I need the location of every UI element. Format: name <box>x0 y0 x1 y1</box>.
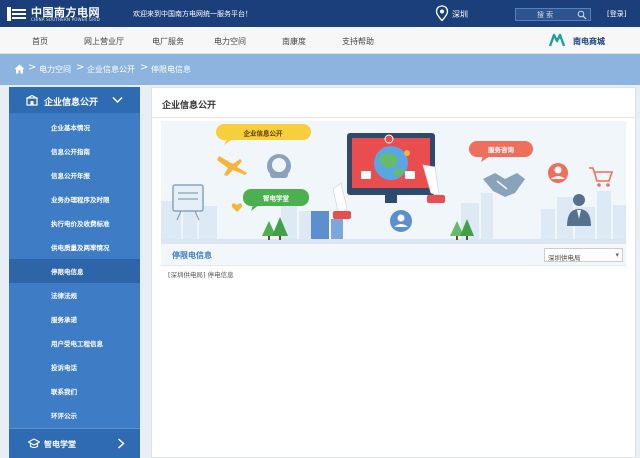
sidebar-section-smart-school[interactable]: 智电学堂 <box>9 428 140 458</box>
search-input[interactable] <box>516 9 574 20</box>
sidebar-item-business-procedures[interactable]: 业务办理程序及时限 <box>9 187 140 211</box>
divider <box>152 117 635 118</box>
logo-english-text: CHINA SOUTHERN POWER GRID <box>31 17 100 22</box>
nav-item-home[interactable]: 首页 <box>32 36 48 47</box>
sidebar-item-contact-us[interactable]: 联系我们 <box>9 379 140 403</box>
welcome-text: 欢迎来到中国南方电网统一服务平台！ <box>133 10 252 18</box>
logo[interactable]: 中国南方电网 CHINA SOUTHERN POWER GRID <box>6 4 126 24</box>
outage-list-header: 停限电信息 深圳供电局 ▾ <box>161 244 626 266</box>
banner-bubble-info: 企业信息公开 <box>243 129 284 138</box>
sidebar-item-complaint-phone[interactable]: 投诉电话 <box>9 355 140 379</box>
location-pin-icon[interactable] <box>435 5 449 22</box>
sidebar-item-basic-info[interactable]: 企业基本情况 <box>9 115 140 139</box>
mall-logo-icon[interactable] <box>548 33 566 48</box>
outage-list-title: 停限电信息 <box>172 251 212 260</box>
sidebar-item-label: 投诉电话 <box>51 364 77 372</box>
nav-item-nankangdu[interactable]: 南康度 <box>282 36 306 47</box>
sidebar-item-label: 供电质量及两率情况 <box>51 244 110 252</box>
banner-bubble-consult: 服务咨询 <box>488 145 515 154</box>
list-item[interactable]: [深圳供电局] 停电信息 <box>168 269 234 279</box>
breadcrumb-separator: > <box>76 62 85 73</box>
sidebar-item-label: 信息公开指南 <box>51 148 90 156</box>
home-icon[interactable] <box>14 64 25 74</box>
sidebar-item-user-projects[interactable]: 用户受电工程信息 <box>9 331 140 355</box>
breadcrumb-item[interactable]: 企业信息公开 <box>87 64 135 75</box>
sidebar-item-label: 环评公示 <box>51 412 77 420</box>
chevron-right-icon[interactable] <box>117 438 125 449</box>
breadcrumb-separator: > <box>28 62 37 73</box>
sidebar-item-disclosure-guide[interactable]: 信息公开指南 <box>9 139 140 163</box>
banner-illustration: 企业信息公开 智电学堂 服务咨询 <box>161 121 626 244</box>
login-link[interactable]: [登录] <box>607 9 626 19</box>
sidebar-item-laws[interactable]: 法律法规 <box>9 283 140 307</box>
sidebar-item-eia-notice[interactable]: 环评公示 <box>9 403 140 427</box>
bureau-select-value: 深圳供电局 <box>548 254 581 262</box>
sidebar-item-label: 业务办理程序及时限 <box>51 196 110 204</box>
sidebar-item-label: 服务承诺 <box>51 316 77 324</box>
sidebar-item-label: 停限电信息 <box>51 268 84 276</box>
sidebar-item-tariffs[interactable]: 执行电价及收费标准 <box>9 211 140 235</box>
search-box <box>515 8 591 21</box>
sidebar-item-label: 执行电价及收费标准 <box>51 220 110 228</box>
sidebar-item-service-commitment[interactable]: 服务承诺 <box>9 307 140 331</box>
sidebar-item-label: 用户受电工程信息 <box>51 340 103 348</box>
breadcrumb-separator: > <box>140 62 149 73</box>
sidebar-item-annual-report[interactable]: 信息公开年报 <box>9 163 140 187</box>
page-title: 企业信息公开 <box>162 101 217 111</box>
sidebar-item-supply-quality[interactable]: 供电质量及两率情况 <box>9 235 140 259</box>
sidebar-item-outage-info[interactable]: 停限电信息 <box>9 259 140 283</box>
graduation-cap-icon <box>28 438 40 449</box>
sidebar-section-title: 智电学堂 <box>44 440 76 449</box>
main-content: 企业信息公开 企业信息公开 智电学堂 服务咨询 停限电信息 深圳供电局 ▾ [深… <box>151 87 636 458</box>
main-nav: 首页 网上营业厅 电厂服务 电力空间 南康度 支持帮助 南电商城 <box>0 27 640 54</box>
sidebar-item-label: 信息公开年报 <box>51 172 90 180</box>
breadcrumb: > 电力空间 > 企业信息公开 > 停限电信息 <box>0 54 640 88</box>
chevron-down-icon[interactable] <box>112 96 123 104</box>
sidebar-item-label: 法律法规 <box>51 292 77 300</box>
nav-item-support[interactable]: 支持帮助 <box>342 36 374 47</box>
search-icon[interactable] <box>577 10 587 20</box>
breadcrumb-current: 停限电信息 <box>151 65 191 74</box>
nav-item-power-space[interactable]: 电力空间 <box>214 36 246 47</box>
sidebar-item-label: 联系我们 <box>51 388 77 396</box>
nav-item-online-hall[interactable]: 网上营业厅 <box>84 36 124 47</box>
mall-link[interactable]: 南电商城 <box>573 36 605 47</box>
location-city[interactable]: 深圳 <box>452 9 468 20</box>
banner-bubble-school: 智电学堂 <box>263 194 290 203</box>
sidebar: 企业信息公开 企业基本情况 信息公开指南 信息公开年报 业务办理程序及时限 执行… <box>9 87 140 458</box>
nav-item-plant-service[interactable]: 电厂服务 <box>152 36 184 47</box>
building-icon <box>26 95 38 106</box>
bureau-select[interactable]: 深圳供电局 ▾ <box>544 248 623 262</box>
sidebar-item-label: 企业基本情况 <box>51 124 90 132</box>
top-bar: 中国南方电网 CHINA SOUTHERN POWER GRID 欢迎来到中国南… <box>0 0 640 27</box>
chevron-down-icon: ▾ <box>615 251 619 259</box>
sidebar-section-header[interactable]: 企业信息公开 <box>9 87 140 113</box>
sidebar-section-title: 企业信息公开 <box>44 98 99 108</box>
breadcrumb-item[interactable]: 电力空间 <box>39 64 71 75</box>
power-grid-logo-icon <box>7 7 26 21</box>
